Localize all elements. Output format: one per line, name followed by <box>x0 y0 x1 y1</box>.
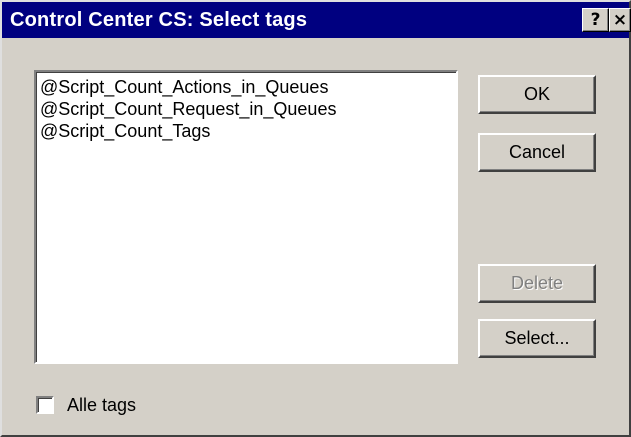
title-bar[interactable]: Control Center CS: Select tags ? × <box>2 2 631 38</box>
close-icon: × <box>612 10 628 30</box>
window-title: Control Center CS: Select tags <box>10 9 308 31</box>
tags-listbox[interactable]: @Script_Count_Actions_in_Queues @Script_… <box>34 70 458 364</box>
tags-list: @Script_Count_Actions_in_Queues @Script_… <box>36 72 456 142</box>
list-item[interactable]: @Script_Count_Tags <box>40 120 456 142</box>
delete-button[interactable]: Delete <box>478 264 596 303</box>
list-item[interactable]: @Script_Count_Request_in_Queues <box>40 98 456 120</box>
cancel-button[interactable]: Cancel <box>478 133 596 172</box>
help-icon: ? <box>590 10 601 30</box>
help-button[interactable]: ? <box>582 8 609 32</box>
select-tags-dialog: Control Center CS: Select tags ? × @Scri… <box>0 0 631 437</box>
ok-button[interactable]: OK <box>478 75 596 114</box>
close-button[interactable]: × <box>609 8 631 32</box>
alle-tags-checkbox[interactable] <box>36 396 54 414</box>
list-item[interactable]: @Script_Count_Actions_in_Queues <box>40 76 456 98</box>
alle-tags-label[interactable]: Alle tags <box>67 394 136 416</box>
select-button[interactable]: Select... <box>478 319 596 358</box>
